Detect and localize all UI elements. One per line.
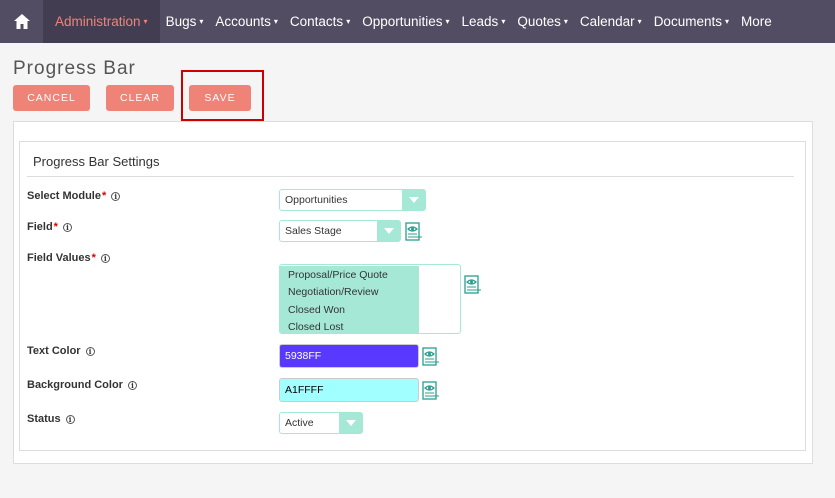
list-option[interactable]: Closed Won bbox=[280, 301, 419, 319]
label-text: Field Values bbox=[27, 252, 91, 264]
home-button[interactable] bbox=[0, 0, 43, 43]
field-select[interactable]: Sales Stage bbox=[279, 220, 401, 242]
module-select[interactable]: Opportunities bbox=[279, 189, 426, 211]
label-text: Select Module bbox=[27, 190, 101, 202]
chevron-down-icon: ▾ bbox=[501, 17, 506, 26]
chevron-down-icon bbox=[339, 413, 362, 433]
label-text: Status bbox=[27, 413, 61, 425]
cancel-button[interactable]: CANCEL bbox=[13, 85, 90, 111]
list-option[interactable]: Negotiation/Review bbox=[280, 283, 419, 301]
nav-label: Documents bbox=[653, 14, 722, 29]
nav-documents[interactable]: Documents ▾ bbox=[648, 0, 735, 43]
chevron-down-icon: ▾ bbox=[346, 17, 351, 26]
nav-label: Administration bbox=[55, 14, 141, 29]
nav-opportunities[interactable]: Opportunities ▾ bbox=[356, 0, 455, 43]
nav-contacts[interactable]: Contacts ▾ bbox=[284, 0, 356, 43]
nav-label: Opportunities bbox=[362, 14, 443, 29]
info-icon[interactable]: i bbox=[127, 380, 137, 390]
home-icon bbox=[13, 14, 30, 29]
module-label: Select Module * i bbox=[27, 190, 121, 202]
info-icon[interactable]: i bbox=[100, 253, 110, 263]
nav-more[interactable]: More bbox=[735, 0, 778, 43]
nav-quotes[interactable]: Quotes ▾ bbox=[511, 0, 574, 43]
required-marker: * bbox=[101, 190, 107, 202]
bg-color-label: Background Color i bbox=[27, 379, 137, 391]
bg-color-input[interactable]: A1FFFF bbox=[279, 378, 419, 402]
select-value: Active bbox=[285, 417, 314, 429]
chevron-down-icon: ▾ bbox=[143, 17, 148, 26]
chevron-down-icon: ▾ bbox=[724, 17, 729, 26]
save-highlight-box bbox=[181, 70, 264, 121]
nav-label: Bugs bbox=[165, 14, 197, 29]
nav-label: Quotes bbox=[517, 14, 561, 29]
chevron-down-icon: ▾ bbox=[273, 17, 278, 26]
label-text: Text Color bbox=[27, 345, 81, 357]
required-marker: * bbox=[91, 252, 96, 264]
nav-accounts[interactable]: Accounts ▾ bbox=[209, 0, 284, 43]
text-color-input[interactable]: 5938FF bbox=[279, 344, 419, 368]
page-title: Progress Bar bbox=[13, 58, 136, 79]
nav-label: Accounts bbox=[215, 14, 271, 29]
clear-button[interactable]: CLEAR bbox=[106, 85, 174, 111]
nav-calendar[interactable]: Calendar ▾ bbox=[574, 0, 648, 43]
panel-heading: Progress Bar Settings bbox=[33, 154, 160, 169]
field-values-listbox[interactable]: Proposal/Price Quote Negotiation/Review … bbox=[279, 264, 461, 334]
label-text: Field bbox=[27, 221, 53, 233]
chevron-down-icon: ▾ bbox=[637, 17, 642, 26]
preview-icon[interactable] bbox=[422, 381, 440, 401]
chevron-down-icon bbox=[402, 190, 425, 210]
chevron-down-icon: ▾ bbox=[445, 17, 450, 26]
preview-icon[interactable] bbox=[464, 275, 482, 295]
info-icon[interactable]: i bbox=[85, 346, 95, 356]
chevron-down-icon bbox=[377, 221, 400, 241]
nav-leads[interactable]: Leads ▾ bbox=[456, 0, 512, 43]
info-icon[interactable]: i bbox=[111, 191, 121, 201]
field-label: Field * i bbox=[27, 221, 72, 233]
select-value: Opportunities bbox=[285, 194, 348, 206]
info-icon[interactable]: i bbox=[65, 414, 75, 424]
heading-divider bbox=[27, 176, 794, 177]
nav-label: Leads bbox=[461, 14, 499, 29]
nav-administration[interactable]: Administration ▾ bbox=[43, 0, 160, 43]
nav-label: Contacts bbox=[289, 14, 344, 29]
nav-label: More bbox=[740, 14, 772, 29]
label-text: Background Color bbox=[27, 379, 123, 391]
chevron-down-icon: ▾ bbox=[199, 17, 204, 26]
required-marker: * bbox=[53, 221, 58, 233]
select-value: Sales Stage bbox=[285, 225, 342, 237]
top-navigation: Administration ▾ Bugs ▾ Accounts ▾ Contacts… bbox=[0, 0, 835, 43]
values-label: Field Values * i bbox=[27, 252, 110, 264]
nav-label: Calendar bbox=[579, 14, 635, 29]
preview-icon[interactable] bbox=[422, 347, 440, 367]
info-icon[interactable]: i bbox=[62, 222, 72, 232]
list-option[interactable]: Proposal/Price Quote bbox=[280, 266, 419, 284]
text-color-label: Text Color i bbox=[27, 345, 95, 357]
status-label: Status i bbox=[27, 413, 75, 425]
chevron-down-icon: ▾ bbox=[563, 17, 568, 26]
nav-bugs[interactable]: Bugs ▾ bbox=[160, 0, 210, 43]
status-select[interactable]: Active bbox=[279, 412, 363, 434]
list-option[interactable]: Closed Lost bbox=[280, 318, 419, 333]
preview-icon[interactable] bbox=[405, 222, 423, 242]
